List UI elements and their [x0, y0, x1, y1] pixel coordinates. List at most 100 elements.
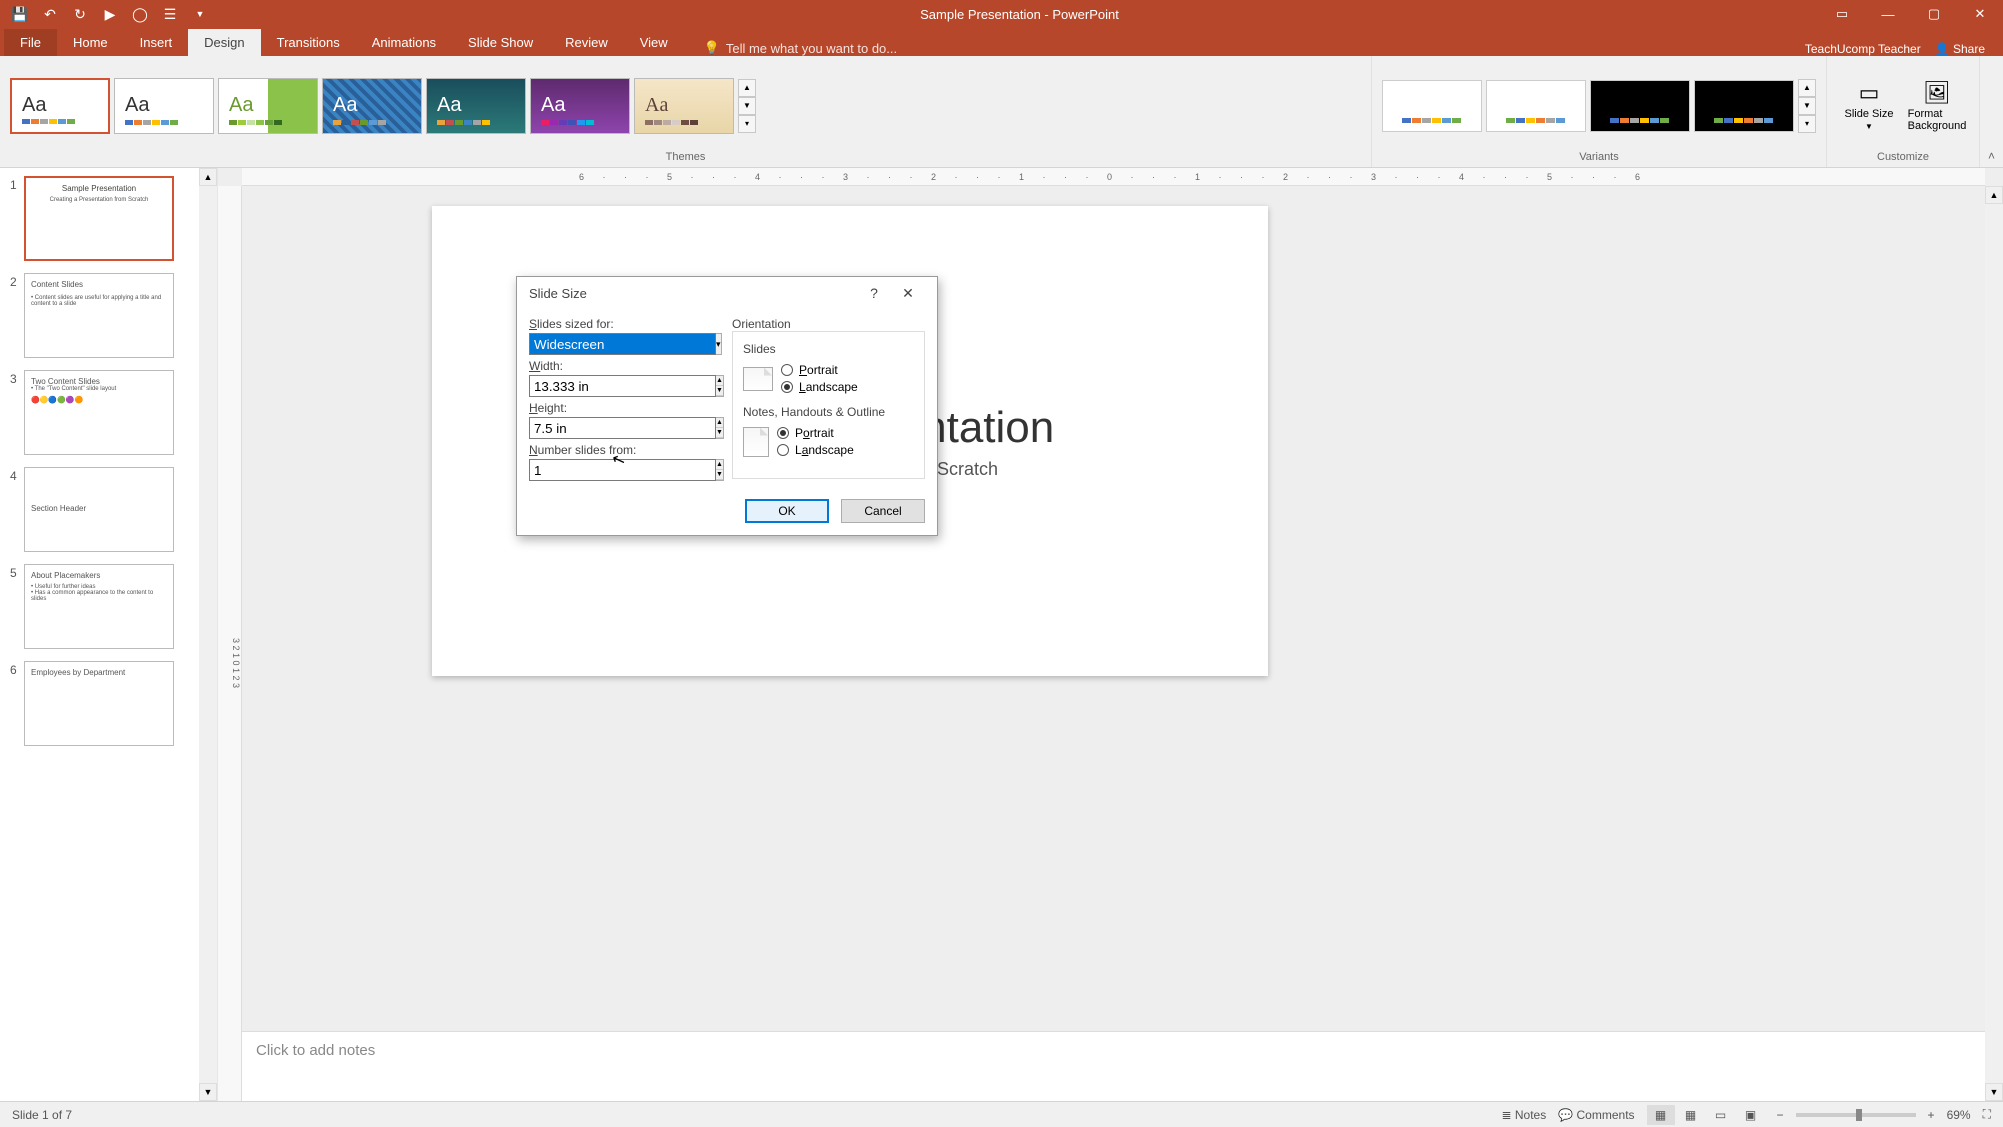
- height-spinner[interactable]: ▲▼: [529, 417, 607, 439]
- editor-scroll-up-icon[interactable]: ▲: [1985, 186, 2003, 204]
- scroll-up-icon[interactable]: ▲: [199, 168, 217, 186]
- ribbon-options-icon[interactable]: ▭: [1819, 0, 1865, 28]
- comments-toggle[interactable]: 💬 Comments: [1558, 1108, 1634, 1122]
- dialog-help-button[interactable]: ?: [857, 285, 891, 301]
- variant-thumb-2[interactable]: [1486, 80, 1586, 132]
- tab-transitions[interactable]: Transitions: [261, 29, 356, 56]
- number-from-input[interactable]: [529, 459, 716, 481]
- variant-thumb-4[interactable]: [1694, 80, 1794, 132]
- tell-me-search[interactable]: 💡 Tell me what you want to do...: [704, 40, 897, 56]
- zoom-in-button[interactable]: +: [1928, 1108, 1935, 1122]
- touch-mode-icon[interactable]: ☰: [158, 2, 182, 26]
- chevron-down-icon[interactable]: ▾: [716, 333, 722, 355]
- theme-thumb-5[interactable]: Aa: [426, 78, 526, 134]
- height-input[interactable]: [529, 417, 716, 439]
- normal-view-icon[interactable]: ▦: [1647, 1105, 1675, 1125]
- notes-toggle[interactable]: ≣ Notes: [1501, 1108, 1546, 1122]
- spin-down-icon[interactable]: ▼: [716, 470, 723, 480]
- theme-thumb-6[interactable]: Aa: [530, 78, 630, 134]
- thumbnail-row-1[interactable]: 1Sample PresentationCreating a Presentat…: [10, 176, 197, 261]
- start-from-beginning-icon[interactable]: ▶: [98, 2, 122, 26]
- reading-view-icon[interactable]: ▭: [1707, 1105, 1735, 1125]
- slide-editor: 6 · · · 5 · · · 4 · · · 3 · · · 2 · · · …: [218, 168, 2003, 1101]
- thumbnails-scrollbar[interactable]: ▲ ▼: [199, 168, 217, 1101]
- editor-scrollbar[interactable]: ▲ ▼: [1985, 186, 2003, 1101]
- theme-thumb-2[interactable]: Aa: [114, 78, 214, 134]
- spin-up-icon[interactable]: ▲: [716, 460, 723, 470]
- notes-portrait-radio[interactable]: Portrait: [777, 426, 854, 440]
- customize-group: ▭ Slide Size ▼ 🖼 Format Background Custo…: [1827, 56, 1980, 167]
- format-background-button[interactable]: 🖼 Format Background: [1905, 76, 1969, 136]
- theme-thumb-3[interactable]: Aa: [218, 78, 318, 134]
- slide-counter[interactable]: Slide 1 of 7: [0, 1108, 72, 1122]
- dialog-titlebar[interactable]: Slide Size ? ✕: [517, 277, 937, 309]
- tab-file[interactable]: File: [4, 29, 57, 56]
- spin-up-icon[interactable]: ▲: [716, 418, 723, 428]
- format-background-icon: 🖼: [1923, 80, 1951, 106]
- sized-for-input[interactable]: [529, 333, 716, 355]
- minimize-button[interactable]: —: [1865, 0, 1911, 28]
- tab-view[interactable]: View: [624, 29, 684, 56]
- window-title: Sample Presentation - PowerPoint: [220, 7, 1819, 22]
- qat-more-icon[interactable]: ▼: [188, 2, 212, 26]
- notes-landscape-radio[interactable]: Landscape: [777, 443, 854, 457]
- tab-design[interactable]: Design: [188, 29, 260, 56]
- variant-thumb-3[interactable]: [1590, 80, 1690, 132]
- undo-icon[interactable]: ↶: [38, 2, 62, 26]
- width-label: Width:: [529, 359, 722, 373]
- thumbnail-row-3[interactable]: 3Two Content Slides• The "Two Content" s…: [10, 370, 197, 455]
- notes-pane[interactable]: Click to add notes: [242, 1031, 1985, 1101]
- save-icon[interactable]: 💾: [8, 2, 32, 26]
- number-from-spinner[interactable]: ▲▼: [529, 459, 593, 481]
- theme-thumb-4[interactable]: Aa: [322, 78, 422, 134]
- width-input[interactable]: [529, 375, 716, 397]
- title-bar: 💾 ↶ ↻ ▶ ◯ ☰ ▼ Sample Presentation - Powe…: [0, 0, 2003, 28]
- editor-scroll-down-icon[interactable]: ▼: [1985, 1083, 2003, 1101]
- dialog-close-button[interactable]: ✕: [891, 285, 925, 302]
- theme-thumb-1[interactable]: Aa: [10, 78, 110, 134]
- tab-review[interactable]: Review: [549, 29, 624, 56]
- variants-group: ▲▼▾ Variants: [1372, 56, 1827, 167]
- close-button[interactable]: ✕: [1957, 0, 2003, 28]
- thumbnail-row-5[interactable]: 5About Placemakers• Useful for further i…: [10, 564, 197, 649]
- slides-landscape-radio[interactable]: Landscape: [781, 380, 858, 394]
- scroll-down-icon[interactable]: ▼: [199, 1083, 217, 1101]
- redo-icon[interactable]: ↻: [68, 2, 92, 26]
- thumbnail-row-6[interactable]: 6Employees by Department: [10, 661, 197, 746]
- slideshow-view-icon[interactable]: ▣: [1737, 1105, 1765, 1125]
- tab-insert[interactable]: Insert: [124, 29, 189, 56]
- cancel-button[interactable]: Cancel: [841, 499, 925, 523]
- sized-for-combo[interactable]: ▾: [529, 333, 719, 355]
- sorter-view-icon[interactable]: ▦: [1677, 1105, 1705, 1125]
- spin-down-icon[interactable]: ▼: [716, 428, 723, 438]
- spin-up-icon[interactable]: ▲: [716, 376, 723, 386]
- theme-thumb-7[interactable]: Aa: [634, 78, 734, 134]
- circle-icon[interactable]: ◯: [128, 2, 152, 26]
- spin-down-icon[interactable]: ▼: [716, 386, 723, 396]
- ribbon-tabs: File Home Insert Design Transitions Anim…: [0, 28, 2003, 56]
- vertical-ruler: 3 2 1 0 1 2 3: [218, 186, 242, 1101]
- slide-size-button[interactable]: ▭ Slide Size ▼: [1837, 76, 1901, 135]
- fit-to-window-icon[interactable]: ⛶: [1983, 1107, 1991, 1122]
- tab-animations[interactable]: Animations: [356, 29, 452, 56]
- number-from-label: Number slides from:: [529, 443, 722, 457]
- zoom-level[interactable]: 69%: [1947, 1108, 1971, 1122]
- zoom-out-button[interactable]: −: [1777, 1108, 1784, 1122]
- user-name[interactable]: TeachUcomp Teacher: [1805, 42, 1921, 56]
- themes-group-label: Themes: [2, 151, 1369, 165]
- maximize-button[interactable]: ▢: [1911, 0, 1957, 28]
- zoom-slider[interactable]: [1796, 1113, 1916, 1117]
- share-button[interactable]: 👤 Share: [1935, 42, 1985, 56]
- tab-slideshow[interactable]: Slide Show: [452, 29, 549, 56]
- themes-gallery-expand[interactable]: ▲▼▾: [738, 79, 756, 133]
- slides-portrait-radio[interactable]: Portrait: [781, 363, 858, 377]
- tab-home[interactable]: Home: [57, 29, 124, 56]
- ok-button[interactable]: OK: [745, 499, 829, 523]
- variant-thumb-1[interactable]: [1382, 80, 1482, 132]
- thumbnail-row-2[interactable]: 2Content Slides• Content slides are usef…: [10, 273, 197, 358]
- window-controls: ▭ — ▢ ✕: [1819, 0, 2003, 28]
- width-spinner[interactable]: ▲▼: [529, 375, 607, 397]
- collapse-ribbon-icon[interactable]: ˄: [1980, 145, 2003, 167]
- variants-gallery-expand[interactable]: ▲▼▾: [1798, 79, 1816, 133]
- thumbnail-row-4[interactable]: 4Section Header: [10, 467, 197, 552]
